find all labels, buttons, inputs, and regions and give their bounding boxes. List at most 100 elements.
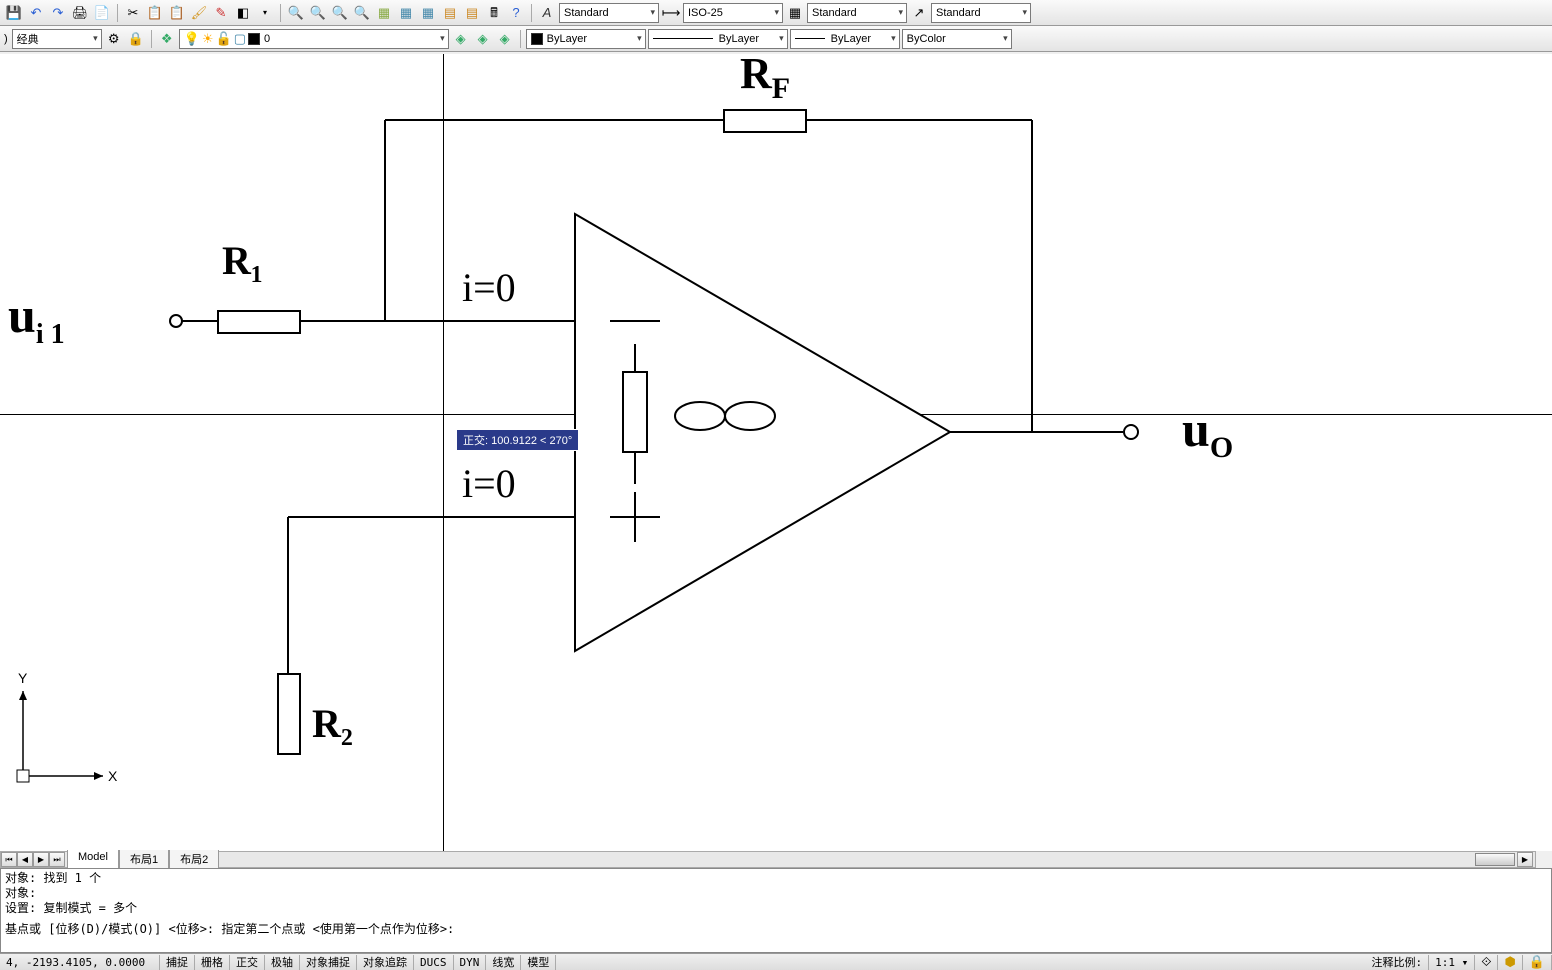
palette2-icon[interactable]: ▦ [396,3,416,23]
lineweight-preview [795,38,825,39]
zoom-realtime-icon[interactable]: 🔍 [286,3,306,23]
layer-dropdown[interactable]: 💡 ☀ 🔓 ▢ 0 [179,29,449,49]
undo-icon[interactable]: ↶ [26,3,46,23]
mleader-style-dropdown[interactable]: Standard [931,3,1031,23]
tab-layout1[interactable]: 布局1 [119,850,169,869]
calc-icon[interactable]: 🖩 [484,3,504,23]
plotstyle-value: ByColor [907,33,946,45]
plotstyle-dropdown[interactable]: ByColor [902,29,1012,49]
sheet-icon[interactable]: ▤ [440,3,460,23]
mleaderstyle-icon[interactable]: ↗ [909,3,929,23]
separator [117,4,118,22]
zoom-window-icon[interactable]: 🔍 [308,3,328,23]
markup-icon[interactable]: ▤ [462,3,482,23]
status-grid[interactable]: 栅格 [195,955,230,970]
layer-manager-icon[interactable]: ❖ [157,29,177,49]
linetype-dropdown[interactable]: ByLayer [648,29,788,49]
separator [531,4,532,22]
redo-icon[interactable]: ↷ [48,3,68,23]
scroll-right-icon[interactable]: ▶ [1517,852,1533,867]
workspace-dropdown[interactable]: 经典 [12,29,102,49]
text-style-dropdown[interactable]: Standard [559,3,659,23]
tab-first-icon[interactable]: ⏮ [1,852,17,867]
status-dyn[interactable]: DYN [454,955,487,970]
layer-name: 0 [264,33,270,45]
match-icon[interactable]: 🖌 [189,3,209,23]
ucs-icon: X Y [8,671,118,791]
status-anno-icon2[interactable]: ⬢ [1498,955,1522,970]
table-style-dropdown[interactable]: Standard [807,3,907,23]
pan-icon[interactable]: 🔍 [352,3,372,23]
sun-icon: ☀ [202,32,214,45]
layout-tabs: Model 布局1 布局2 [67,850,219,869]
palette1-icon[interactable]: ▦ [374,3,394,23]
brush-icon[interactable]: ✎ [211,3,231,23]
workspace-label-prefix: ) [4,33,8,45]
separator [151,30,152,48]
color-swatch [531,33,543,45]
status-osnap[interactable]: 对象捕捉 [300,955,357,970]
cmd-line: 设置: 复制模式 = 多个 [5,901,1547,916]
tab-model[interactable]: Model [67,850,119,869]
status-coords[interactable]: 4, -2193.4105, 0.0000 [0,955,160,970]
tab-last-icon[interactable]: ⏭ [49,852,65,867]
copy-icon[interactable]: 📋 [145,3,165,23]
tab-prev-icon[interactable]: ◀ [17,852,33,867]
status-otrack[interactable]: 对象追踪 [357,955,414,970]
plot-icon: ▢ [234,32,246,45]
eraser-icon[interactable]: ◧ [233,3,253,23]
status-lock-icon[interactable]: 🔒 [1523,955,1552,970]
lock-icon: 🔓 [216,32,232,45]
label-i0-bottom: i=0 [462,460,516,507]
dim-style-dropdown[interactable]: ISO-25 [683,3,783,23]
dimstyle-icon[interactable]: ⟼ [661,3,681,23]
command-window[interactable]: 对象: 找到 1 个 对象: 设置: 复制模式 = 多个 基点或 [位移(D)/… [0,868,1552,953]
table-style-value: Standard [812,7,857,19]
help-icon[interactable]: ? [506,3,526,23]
status-polar[interactable]: 极轴 [265,955,300,970]
cmd-line: 基点或 [位移(D)/模式(O)] <位移>: 指定第二个点或 <使用第一个点作… [5,922,1547,937]
zoom-previous-icon[interactable]: 🔍 [330,3,350,23]
cmd-line: 对象: [5,886,1547,901]
ucs-y-label: Y [18,671,28,686]
tab-next-icon[interactable]: ▶ [33,852,49,867]
scroll-thumb[interactable] [1475,853,1515,866]
status-lwt[interactable]: 线宽 [486,955,521,970]
toolbar-layers: ) 经典 ⚙ 🔒 ❖ 💡 ☀ 🔓 ▢ 0 ◈ ◈ ◈ ByLayer ByLay… [0,26,1552,52]
linetype-value: ByLayer [719,33,759,45]
workspace-lock-icon[interactable]: 🔒 [126,29,146,49]
label-rf: RF [740,54,790,106]
label-ui1: ui 1 [8,286,65,351]
palette3-icon[interactable]: ▦ [418,3,438,23]
separator [520,30,521,48]
status-model[interactable]: 模型 [521,955,556,970]
tablestyle-icon[interactable]: ▦ [785,3,805,23]
label-i0-top: i=0 [462,264,516,311]
paste-icon[interactable]: 📋 [167,3,187,23]
tab-layout2[interactable]: 布局2 [169,850,219,869]
status-snap[interactable]: 捕捉 [160,955,195,970]
ucs-x-label: X [108,768,118,784]
layer-tool3-icon[interactable]: ◈ [495,29,515,49]
cut-icon[interactable]: ✂ [123,3,143,23]
status-anno-icon1[interactable]: ⟐ [1475,955,1498,970]
status-ducs[interactable]: DUCS [414,955,454,970]
textstyle-icon[interactable]: A [537,3,557,23]
label-r2: R₂ [312,700,353,747]
dropdown-arrow-icon[interactable]: ▾ [255,3,275,23]
status-ortho[interactable]: 正交 [230,955,265,970]
preview-icon[interactable]: 📄 [92,3,112,23]
workspace-settings-icon[interactable]: ⚙ [104,29,124,49]
color-dropdown[interactable]: ByLayer [526,29,646,49]
print-icon[interactable]: 🖨 [70,3,90,23]
drawing-canvas[interactable]: RF R₁ ui 1 i=0 i=0 uO R₂ 正交: 100.9122 < … [0,54,1552,851]
cmd-line: 对象: 找到 1 个 [5,871,1547,886]
status-anno-scale[interactable]: 1:1 ▾ [1429,955,1475,970]
mleader-style-value: Standard [936,7,981,19]
layer-tool2-icon[interactable]: ◈ [473,29,493,49]
lineweight-dropdown[interactable]: ByLayer [790,29,900,49]
layer-tool1-icon[interactable]: ◈ [451,29,471,49]
status-bar: 4, -2193.4105, 0.0000 捕捉 栅格 正交 极轴 对象捕捉 对… [0,953,1552,970]
status-anno-label: 注释比例: [1365,955,1429,970]
save-icon[interactable]: 💾 [4,3,24,23]
